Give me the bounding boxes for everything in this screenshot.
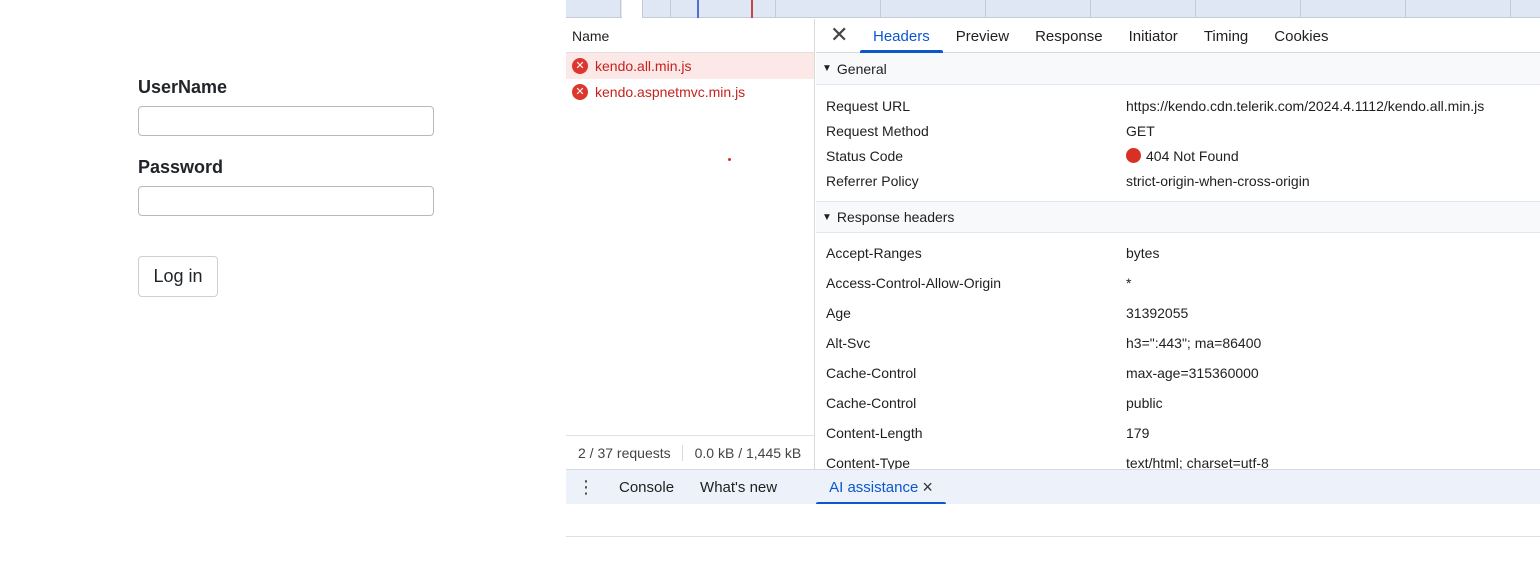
password-input[interactable] [138, 186, 434, 216]
header-key: Access-Control-Allow-Origin [826, 275, 1002, 291]
header-row: Cache-Control max-age=315360000 [816, 358, 1540, 388]
header-row: Alt-Svc h3=":443"; ma=86400 [816, 328, 1540, 358]
header-value: https://kendo.cdn.telerik.com/2024.4.111… [1126, 97, 1485, 114]
header-key: Age [826, 305, 851, 321]
header-key: Referrer Policy [826, 172, 919, 189]
tab-headers[interactable]: Headers [860, 28, 943, 53]
tab-initiator[interactable]: Initiator [1116, 28, 1191, 52]
username-label: UserName [138, 77, 228, 97]
tab-console[interactable]: Console [606, 470, 687, 505]
request-list: Name ✕ kendo.all.min.js ✕ kendo.aspnetmv… [566, 19, 815, 469]
triangle-down-icon: ▼ [822, 211, 832, 223]
request-name: kendo.all.min.js [595, 58, 692, 74]
header-value: strict-origin-when-cross-origin [1126, 172, 1310, 189]
tab-preview[interactable]: Preview [943, 28, 1022, 52]
header-row: Content-Length 179 [816, 418, 1540, 448]
header-key: Content-Type [826, 455, 911, 469]
request-name: kendo.aspnetmvc.min.js [595, 84, 746, 100]
header-value: bytes [1126, 245, 1160, 261]
tab-ai-assistance[interactable]: AI assistance × [816, 470, 946, 505]
header-row: Status Code 404 Not Found [816, 143, 1540, 168]
triangle-down-icon: ▼ [822, 63, 832, 74]
header-key: Cache-Control [826, 395, 917, 411]
header-key: Status Code [826, 147, 904, 164]
error-icon: ✕ [572, 84, 588, 100]
header-key: Content-Length [826, 425, 923, 441]
header-row: Cache-Control public [816, 388, 1540, 418]
network-summary-bar: 2 / 37 requests 0.0 kB / 1,445 kB [566, 435, 815, 469]
header-value: h3=":443"; ma=86400 [1126, 335, 1262, 351]
header-key: Request URL [826, 97, 911, 114]
header-value: 179 [1126, 425, 1150, 441]
tab-timing[interactable]: Timing [1191, 28, 1261, 52]
response-headers-section-header[interactable]: ▼ Response headers [816, 201, 1540, 233]
tab-whats-new[interactable]: What's new [687, 470, 790, 505]
response-headers-title: Response headers [836, 209, 955, 225]
tab-ai-assistance-label: AI assistance [829, 478, 919, 496]
request-detail-panel: ✕ Headers Preview Response Initiator Tim… [816, 19, 1540, 469]
detail-tab-bar: ✕ Headers Preview Response Initiator Tim… [816, 19, 1540, 53]
dom-content-loaded-marker [697, 0, 699, 18]
drawer-content [566, 504, 1540, 537]
header-row: Request Method GET [816, 118, 1540, 143]
login-form: UserName Password Log in [138, 76, 438, 297]
password-label: Password [138, 157, 224, 177]
header-value: text/html; charset=utf-8 [1126, 455, 1269, 469]
response-headers-section: Accept-Ranges bytes Access-Control-Allow… [816, 233, 1540, 469]
transferred-size: 0.0 kB / 1,445 kB [694, 444, 802, 461]
header-row: Content-Type text/html; charset=utf-8 [816, 448, 1540, 469]
status-text: 404 Not Found [1146, 147, 1239, 164]
header-row: Access-Control-Allow-Origin * [816, 268, 1540, 298]
header-key: Accept-Ranges [826, 245, 922, 261]
cursor-dot [728, 158, 731, 161]
header-row: Referrer Policy strict-origin-when-cross… [816, 168, 1540, 193]
load-event-marker [751, 0, 753, 18]
tab-response[interactable]: Response [1022, 28, 1116, 52]
header-row: Request URL https://kendo.cdn.telerik.co… [816, 93, 1540, 118]
header-value: max-age=315360000 [1126, 365, 1259, 381]
header-value: 31392055 [1126, 305, 1189, 321]
header-key: Cache-Control [826, 365, 917, 381]
general-section: Request URL https://kendo.cdn.telerik.co… [816, 85, 1540, 201]
error-icon: ✕ [572, 58, 588, 74]
close-icon[interactable]: × [922, 477, 933, 498]
header-value: public [1126, 395, 1163, 411]
general-section-header[interactable]: ▼ General [816, 53, 1540, 85]
status-error-icon [1126, 147, 1141, 163]
header-value: * [1126, 275, 1132, 291]
header-key: Request Method [826, 122, 929, 139]
status-code-value: 404 Not Found [1126, 147, 1239, 164]
network-overview-timeline[interactable] [566, 0, 1540, 18]
overview-selection-window[interactable] [622, 0, 642, 18]
login-button[interactable]: Log in [138, 256, 218, 297]
header-row: Accept-Ranges bytes [816, 238, 1540, 268]
general-title: General [836, 60, 887, 77]
devtools-panel: Name ✕ kendo.all.min.js ✕ kendo.aspnetmv… [566, 0, 1540, 566]
close-icon[interactable]: ✕ [830, 23, 848, 47]
more-options-icon[interactable]: ⋮ [566, 478, 606, 496]
name-column-header[interactable]: Name [566, 19, 814, 53]
requests-count: 2 / 37 requests [566, 444, 683, 461]
header-key: Alt-Svc [826, 335, 871, 351]
header-value: GET [1126, 122, 1155, 139]
drawer-tab-bar: ⋮ Console What's new AI assistance × [566, 469, 1540, 505]
request-row[interactable]: ✕ kendo.all.min.js [566, 53, 814, 79]
header-row: Age 31392055 [816, 298, 1540, 328]
username-input[interactable] [138, 106, 434, 136]
tab-cookies[interactable]: Cookies [1261, 28, 1341, 52]
request-row[interactable]: ✕ kendo.aspnetmvc.min.js [566, 79, 814, 105]
